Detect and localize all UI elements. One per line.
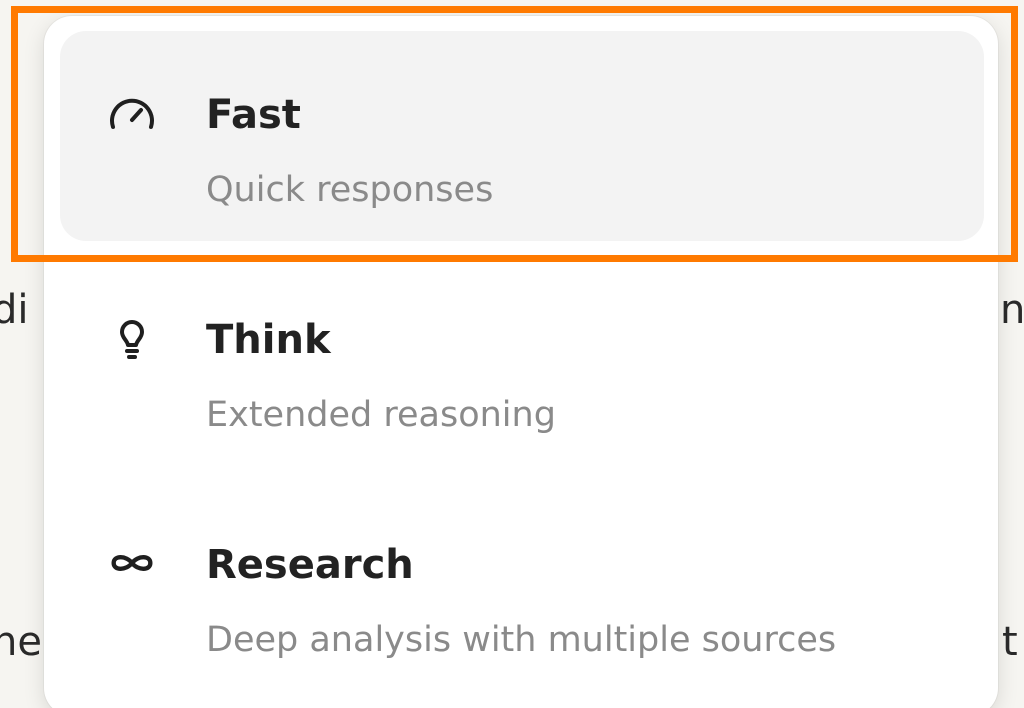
background-text-fragment: n [1000,287,1024,333]
background-text-fragment: di [0,287,29,333]
menu-item-research[interactable]: Research Deep analysis with multiple sou… [60,481,984,691]
background-text-fragment: he [0,619,42,665]
mode-dropdown-menu: Fast Quick responses Think Extended reas… [44,16,998,708]
menu-item-description: Deep analysis with multiple sources [206,620,837,660]
screen: di n he t Fast Quick responses Think Ext… [0,0,1024,708]
menu-item-fast[interactable]: Fast Quick responses [60,31,984,241]
menu-item-title: Fast [206,92,301,138]
background-text-fragment: t [1002,619,1018,665]
menu-item-description: Quick responses [206,170,494,210]
lightbulb-icon [104,310,160,366]
menu-item-description: Extended reasoning [206,395,556,435]
menu-item-title: Think [206,317,331,363]
menu-item-title: Research [206,542,414,588]
infinity-icon [104,535,160,591]
menu-item-think[interactable]: Think Extended reasoning [60,256,984,466]
speedometer-icon [104,85,160,141]
